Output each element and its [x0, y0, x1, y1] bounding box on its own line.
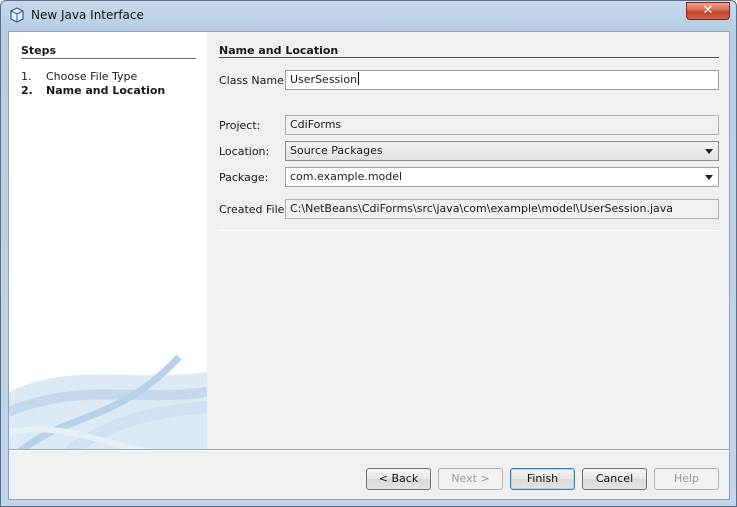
package-value: com.example.model: [290, 170, 403, 183]
netbeans-cube-icon: [10, 7, 24, 23]
dialog-client: Steps 1. Choose File Type 2. Name and Loca…: [8, 31, 730, 500]
steps-heading: Steps: [21, 44, 57, 57]
dialog-window: New Java Interface ✕ Steps 1. Choose File…: [0, 0, 737, 507]
steps-divider: [21, 58, 196, 59]
back-button[interactable]: < Back: [366, 468, 431, 490]
step-number: 2.: [21, 84, 33, 97]
created-file-field: C:\NetBeans\CdiForms\src\java\com\exampl…: [285, 199, 719, 219]
project-value: CdiForms: [290, 118, 342, 131]
panel-separator: [219, 230, 719, 231]
button-bar-divider: [9, 449, 729, 451]
location-dropdown[interactable]: Source Packages: [285, 141, 719, 161]
decorative-swoosh-graphic: [9, 354, 207, 449]
name-and-location-panel: Name and Location Class Name: UserSessio…: [207, 32, 729, 449]
created-file-value: C:\NetBeans\CdiForms\src\java\com\exampl…: [290, 202, 674, 215]
cancel-button[interactable]: Cancel: [582, 468, 647, 490]
step-number: 1.: [21, 70, 32, 83]
step-item-choose-file-type: 1. Choose File Type: [21, 70, 137, 83]
text-cursor: [358, 72, 360, 85]
help-button[interactable]: Help: [654, 468, 719, 490]
step-label: Name and Location: [46, 84, 166, 97]
package-combobox[interactable]: com.example.model: [285, 167, 719, 187]
class-name-input[interactable]: UserSession: [285, 70, 719, 90]
close-button[interactable]: ✕: [686, 2, 730, 20]
steps-panel: Steps 1. Choose File Type 2. Name and Loca…: [9, 32, 207, 449]
created-file-label: Created File:: [219, 203, 289, 216]
step-label: Choose File Type: [46, 70, 138, 83]
class-name-label: Class Name:: [219, 74, 288, 87]
location-label: Location:: [219, 145, 270, 158]
panel-heading: Name and Location: [219, 44, 339, 57]
location-value: Source Packages: [290, 144, 383, 157]
window-title: New Java Interface: [31, 8, 144, 22]
project-label: Project:: [219, 119, 261, 132]
panel-heading-divider: [219, 57, 719, 58]
project-field: CdiForms: [285, 115, 719, 135]
chevron-down-icon: [705, 149, 713, 154]
finish-button[interactable]: Finish: [510, 468, 575, 490]
step-item-name-and-location: 2. Name and Location: [21, 84, 165, 97]
chevron-down-icon: [705, 175, 713, 180]
title-bar[interactable]: New Java Interface ✕: [1, 1, 736, 29]
class-name-value: UserSession: [290, 73, 358, 86]
next-button[interactable]: Next >: [438, 468, 503, 490]
close-icon: ✕: [702, 3, 714, 18]
package-label: Package:: [219, 171, 269, 184]
